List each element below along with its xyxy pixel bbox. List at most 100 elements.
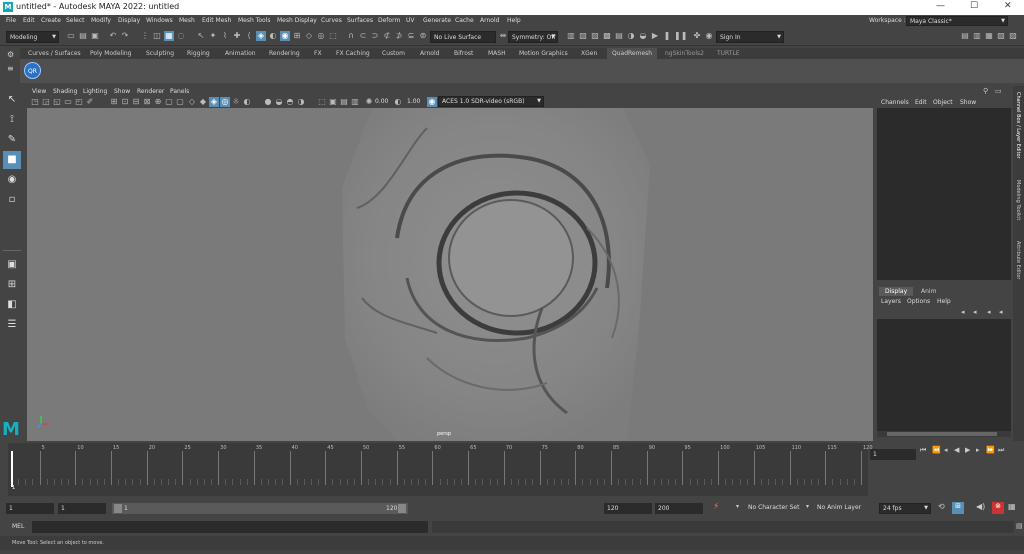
undo-icon[interactable]: ↶ bbox=[108, 31, 118, 41]
field-chart-icon[interactable]: ⊕ bbox=[153, 97, 163, 107]
viewport-menu-show[interactable]: Show bbox=[114, 88, 130, 95]
menu-display[interactable]: Display bbox=[118, 17, 140, 24]
select-rendering-icon[interactable]: ◐ bbox=[268, 31, 278, 41]
anim-layer-arrow-icon[interactable]: ▾ bbox=[806, 503, 809, 510]
rotate-tool-icon[interactable]: ◉ bbox=[3, 171, 21, 189]
outliner-icon[interactable]: ☰ bbox=[3, 316, 21, 334]
go-to-start-icon[interactable]: ⏮ bbox=[920, 446, 926, 455]
light-editor-icon[interactable]: ◑ bbox=[626, 31, 636, 41]
command-input[interactable] bbox=[32, 521, 428, 533]
menu-deform[interactable]: Deform bbox=[378, 17, 400, 24]
shelf-tab-arnold[interactable]: Arnold bbox=[415, 48, 444, 59]
range-start-handle[interactable] bbox=[114, 504, 122, 513]
channel-box-icon[interactable]: ▧ bbox=[996, 31, 1006, 41]
shelf-tab-poly-modeling[interactable]: Poly Modeling bbox=[85, 48, 137, 59]
menu-file[interactable]: File bbox=[6, 17, 16, 24]
move-layer-up-icon[interactable]: ◂ bbox=[987, 308, 991, 316]
magnet-icon[interactable]: ∩ bbox=[346, 31, 356, 41]
color-management-icon[interactable]: ◉ bbox=[427, 97, 437, 107]
arnold-ipr-icon[interactable]: ▶ bbox=[650, 31, 660, 41]
motion-blur-icon[interactable]: ◒ bbox=[274, 97, 284, 107]
use-all-lights-icon[interactable]: ☼ bbox=[231, 97, 241, 107]
minimize-button[interactable]: — bbox=[936, 1, 945, 11]
menu-arnold[interactable]: Arnold bbox=[480, 17, 499, 24]
user-icon[interactable]: ◉ bbox=[704, 31, 714, 41]
step-back-frame-icon[interactable]: ◂ bbox=[944, 446, 948, 454]
maya-icon[interactable]: ✤ bbox=[692, 31, 702, 41]
grease-pencil-icon[interactable]: ✐ bbox=[85, 97, 95, 107]
character-set-icon[interactable]: ⚡ bbox=[713, 502, 719, 512]
menu-edit-mesh[interactable]: Edit Mesh bbox=[202, 17, 231, 24]
viewport-menu-lighting[interactable]: Lighting bbox=[83, 88, 107, 95]
menu-mesh-tools[interactable]: Mesh Tools bbox=[238, 17, 270, 24]
viewport-menu-panels[interactable]: Panels bbox=[170, 88, 189, 95]
resolution-gate-icon[interactable]: ⊟ bbox=[131, 97, 141, 107]
tab-anim[interactable]: Anim bbox=[915, 287, 942, 296]
current-time-indicator[interactable] bbox=[11, 451, 13, 487]
arnold-render-icon[interactable]: ◒ bbox=[638, 31, 648, 41]
move-layer-down-icon[interactable]: ◂ bbox=[999, 308, 1003, 316]
snap-point-icon[interactable]: ◎ bbox=[316, 31, 326, 41]
channel-box-menu-show[interactable]: Show bbox=[960, 99, 976, 106]
shelf-tab-quadremesh[interactable]: QuadRemesh bbox=[607, 48, 658, 59]
menu-surfaces[interactable]: Surfaces bbox=[347, 17, 373, 24]
shelf-tab-rendering[interactable]: Rendering bbox=[264, 48, 305, 59]
menu-curves[interactable]: Curves bbox=[321, 17, 342, 24]
anim-layer-label[interactable]: No Anim Layer bbox=[817, 504, 861, 511]
playback-end-field[interactable]: 120 bbox=[604, 503, 652, 514]
time-slider[interactable]: 5 10 15 20 25 30 35 40 45 50 55 60 65 70 75 80 85 90 95 100… bbox=[8, 443, 873, 496]
select-tool-icon[interactable]: ↖ bbox=[3, 91, 21, 109]
2d-pan-zoom-icon[interactable]: ◰ bbox=[74, 97, 84, 107]
menu-uv[interactable]: UV bbox=[406, 17, 415, 24]
snap-grid-icon[interactable]: ⊞ bbox=[292, 31, 302, 41]
paint-select-tool-icon[interactable]: ✎ bbox=[3, 131, 21, 149]
animation-end-field[interactable]: 200 bbox=[655, 503, 703, 514]
redo-icon[interactable]: ↷ bbox=[120, 31, 130, 41]
safe-action-icon[interactable]: ▢ bbox=[164, 97, 174, 107]
grid-icon[interactable]: ⊞ bbox=[109, 97, 119, 107]
gate-mask-icon[interactable]: ⊠ bbox=[142, 97, 152, 107]
new-layer-selected-icon[interactable]: ◂ bbox=[973, 308, 977, 316]
menu-generate[interactable]: Generate bbox=[423, 17, 451, 24]
shelf-tab-ngskintools2[interactable]: ngSkinTools2 bbox=[660, 48, 709, 59]
animation-preferences-icon[interactable]: ▦ bbox=[1008, 502, 1016, 511]
playback-start-field[interactable]: 1 bbox=[58, 503, 106, 514]
select-object-icon[interactable]: ◫ bbox=[152, 31, 162, 41]
range-slider[interactable]: 1 120 bbox=[112, 503, 408, 514]
auto-key-icon[interactable]: ⊞ bbox=[952, 502, 964, 514]
symmetry-icon[interactable]: ⇹ bbox=[498, 31, 508, 41]
depth-of-field-icon[interactable]: ◑ bbox=[296, 97, 306, 107]
shelf-tab-motion-graphics[interactable]: Motion Graphics bbox=[514, 48, 573, 59]
layer-list-area[interactable] bbox=[877, 319, 1011, 437]
menu-select[interactable]: Select bbox=[66, 17, 85, 24]
arnold-pause-icon[interactable]: ❚❚ bbox=[674, 31, 687, 41]
select-deform-icon[interactable]: ⟨ bbox=[244, 31, 254, 41]
perspective-viewport[interactable]: persp bbox=[27, 108, 873, 441]
camera-attributes-icon[interactable]: ◲ bbox=[41, 97, 51, 107]
character-set-label[interactable]: No Character Set bbox=[748, 504, 799, 511]
smooth-shade-icon[interactable]: ◆ bbox=[198, 97, 208, 107]
loop-icon[interactable]: ⟲ bbox=[938, 502, 945, 511]
fps-dropdown[interactable]: 24 fps ▼ bbox=[879, 503, 931, 514]
go-to-end-icon[interactable]: ⏭ bbox=[998, 446, 1004, 455]
range-end-handle[interactable] bbox=[398, 504, 406, 513]
attribute-editor-icon[interactable]: ▥ bbox=[972, 31, 982, 41]
save-scene-icon[interactable]: ▣ bbox=[90, 31, 100, 41]
ipr-render-icon[interactable]: ▧ bbox=[578, 31, 588, 41]
menu-mesh[interactable]: Mesh bbox=[179, 17, 195, 24]
shelf-tab-sculpting[interactable]: Sculpting bbox=[141, 48, 179, 59]
camera-select-icon[interactable]: ◳ bbox=[30, 97, 40, 107]
scale-tool-icon[interactable]: ▫ bbox=[3, 191, 21, 209]
single-perspective-view-icon[interactable]: ▣ bbox=[3, 256, 21, 274]
render-icon[interactable]: ▥ bbox=[566, 31, 576, 41]
layer-menu-options[interactable]: Options bbox=[907, 298, 930, 305]
tool-settings-icon[interactable]: ▦ bbox=[984, 31, 994, 41]
select-misc-icon[interactable]: ◉ bbox=[280, 31, 290, 41]
view-transform-dropdown[interactable]: ACES 1.0 SDR-video (sRGB) ▼ bbox=[438, 96, 544, 107]
select-hierarchy-icon[interactable]: ⋮ bbox=[140, 31, 150, 41]
channel-box-menu-edit[interactable]: Edit bbox=[915, 99, 927, 106]
select-surface-icon[interactable]: ✚ bbox=[232, 31, 242, 41]
shelf-tab-rigging[interactable]: Rigging bbox=[182, 48, 215, 59]
lasso-icon[interactable]: ◌ bbox=[176, 31, 186, 41]
symmetry-dropdown[interactable]: Symmetry: Off ▼ bbox=[508, 31, 558, 43]
